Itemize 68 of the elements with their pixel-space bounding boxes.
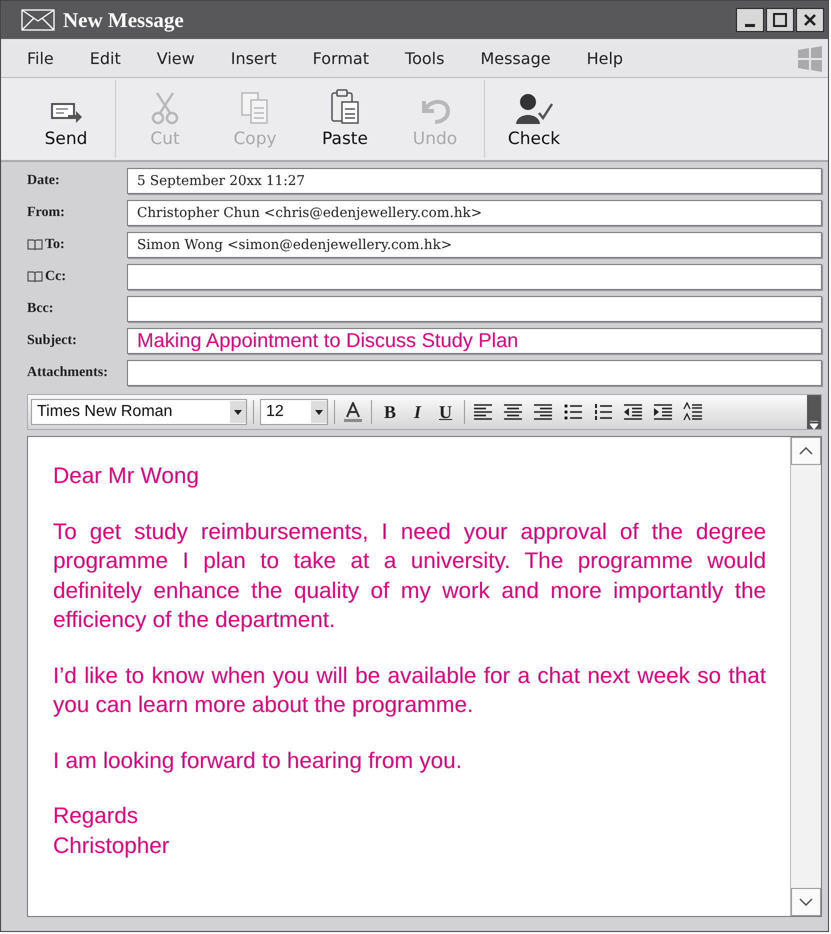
maximize-button[interactable]	[766, 8, 794, 32]
menu-item[interactable]: Tools	[405, 48, 444, 68]
toolbar-button[interactable]: Send	[21, 83, 111, 155]
font-color-icon[interactable]	[343, 402, 363, 422]
envelope-icon	[21, 9, 55, 31]
input-field[interactable]	[127, 360, 822, 386]
dropdown-arrow-icon	[315, 410, 323, 414]
scroll-up-button[interactable]	[791, 437, 821, 465]
input-field[interactable]: Simon Wong <simon@edenjewellery.com.hk>	[127, 232, 822, 258]
field-label: From:	[27, 205, 65, 221]
menu-item[interactable]: Insert	[230, 48, 277, 68]
clipboard-icon	[330, 89, 360, 125]
menu-item[interactable]: View	[156, 48, 195, 68]
body-paragraph: To get study reimbursements, I need your approval of the degree programme I plan to take at a university. The programme would definitely enhance the quality of my work and more importantly the efficiency of the department.	[53, 518, 766, 634]
toolbar-button[interactable]: Check	[489, 83, 579, 155]
format-button[interactable]: I	[408, 402, 428, 422]
field-label: Subject:	[27, 333, 77, 349]
close-button[interactable]	[796, 8, 824, 32]
flag-logo-icon	[796, 44, 824, 72]
maximize-icon	[773, 13, 787, 27]
format-button[interactable]: B	[378, 402, 402, 422]
scrollbar[interactable]	[790, 437, 821, 916]
input-field[interactable]: Christopher Chun <chris@edenjewellery.com.hk>	[127, 200, 822, 226]
dropdown-arrow-icon	[234, 410, 242, 414]
bullet-list-icon[interactable]	[563, 402, 584, 422]
minimize-icon	[745, 24, 755, 26]
close-icon	[803, 13, 817, 27]
input-field[interactable]: Making Appointment to Discuss Study Plan	[127, 328, 822, 354]
outdent-icon[interactable]	[623, 402, 644, 422]
address-book-icon[interactable]	[27, 239, 43, 251]
align-right-icon[interactable]	[533, 402, 554, 422]
person-check-icon	[514, 91, 554, 125]
field-label: Attachments:	[27, 365, 108, 381]
menu-item[interactable]: File	[27, 48, 54, 68]
body-paragraph: I’d like to know when you will be available for a chat next week so that you can learn more about the programme.	[53, 662, 766, 719]
input-field[interactable]	[127, 296, 822, 322]
window-title: New Message	[63, 8, 185, 32]
input-field[interactable]	[127, 264, 822, 290]
copy-icon	[240, 91, 270, 125]
envelope-icon	[50, 101, 82, 125]
numbered-list-icon[interactable]	[593, 402, 614, 422]
field-label: Cc:	[45, 269, 66, 285]
menu-item[interactable]: Edit	[90, 48, 121, 68]
align-center-icon[interactable]	[503, 402, 524, 422]
field-label: Date:	[27, 173, 60, 189]
format-button[interactable]: U	[433, 402, 458, 422]
scissors-icon	[150, 91, 180, 125]
size-dropdown[interactable]: 12	[260, 399, 328, 425]
more-icon[interactable]	[807, 395, 821, 429]
line-spacing-icon[interactable]	[683, 402, 704, 422]
font-dropdown[interactable]: Times New Roman	[31, 399, 247, 425]
menu-item[interactable]: Format	[312, 48, 370, 68]
indent-icon[interactable]	[653, 402, 674, 422]
scroll-down-button[interactable]	[791, 888, 821, 916]
field-label: To:	[45, 237, 65, 253]
field-label: Bcc:	[27, 301, 54, 317]
minimize-button[interactable]	[736, 8, 764, 32]
menu-item[interactable]: Help	[586, 48, 624, 68]
overflow-arrow-icon	[810, 421, 818, 429]
body-paragraph: Dear Mr Wong	[53, 462, 200, 490]
toolbar-button[interactable]: Paste	[300, 83, 390, 155]
align-left-icon[interactable]	[473, 402, 494, 422]
body-paragraph: I am looking forward to hearing from you.	[53, 746, 463, 775]
input-field[interactable]: 5 September 20xx 11:27	[127, 168, 822, 194]
menu-item[interactable]: Message	[480, 48, 551, 68]
body-paragraph: Regards Christopher	[53, 802, 170, 860]
message-body[interactable]	[27, 436, 822, 917]
address-book-icon[interactable]	[27, 271, 43, 283]
